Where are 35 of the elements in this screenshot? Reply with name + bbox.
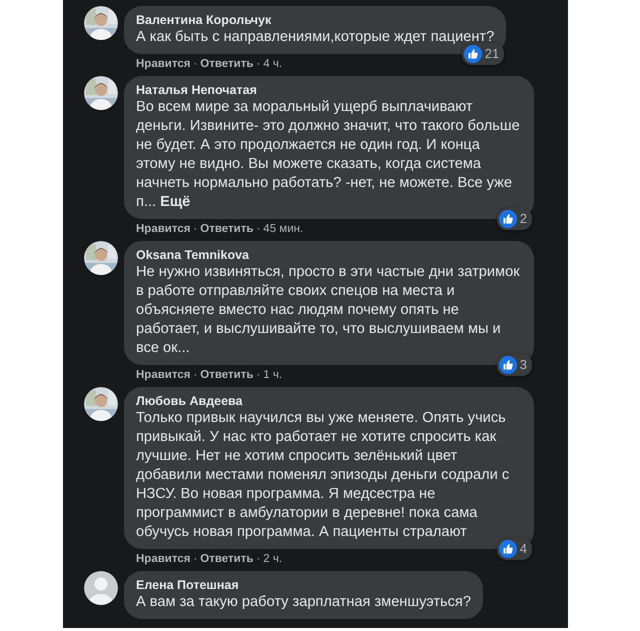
comment-time[interactable]: 45 мин.	[263, 222, 304, 236]
separator-dot: ·	[256, 222, 260, 236]
thumbs-up-icon	[498, 210, 517, 228]
comment-time[interactable]: 2 ч.	[263, 552, 282, 566]
separator-dot: ·	[193, 57, 198, 71]
author-name[interactable]: Наталья Непочатая	[136, 82, 522, 98]
like-link[interactable]: Нравится	[136, 57, 190, 71]
like-link[interactable]: Нравится	[136, 222, 190, 236]
separator-dot: ·	[256, 57, 260, 71]
comment-time[interactable]: 4 ч.	[263, 57, 282, 71]
comment-text: А вам за такую работу зарплатная зменшуэться?	[136, 593, 471, 612]
reply-link[interactable]: Ответить	[200, 222, 254, 236]
author-name[interactable]: Любовь Авдеева	[136, 393, 522, 409]
separator-dot: ·	[193, 222, 198, 236]
author-name[interactable]: Валентина Корольчук	[136, 12, 494, 28]
reaction-count[interactable]: 2	[496, 208, 532, 230]
thumbs-up-icon	[464, 45, 482, 63]
reply-link[interactable]: Ответить	[200, 552, 254, 566]
author-name[interactable]: Oksana Temnikova	[136, 247, 522, 263]
reply-link[interactable]: Ответить	[200, 57, 254, 71]
reply-link[interactable]: Ответить	[200, 368, 254, 382]
reaction-count[interactable]: 4	[496, 538, 532, 560]
separator-dot: ·	[256, 552, 260, 566]
comment-time[interactable]: 1 ч.	[263, 368, 282, 382]
thumbs-up-icon	[498, 356, 517, 374]
separator-dot: ·	[193, 368, 198, 382]
reaction-count[interactable]: 21	[462, 43, 504, 65]
separator-dot: ·	[193, 552, 198, 566]
like-link[interactable]: Нравится	[136, 552, 190, 566]
thumbs-up-icon	[498, 540, 517, 558]
avatar-icon	[84, 571, 118, 605]
reaction-count[interactable]: 3	[496, 354, 532, 376]
like-link[interactable]: Нравится	[136, 368, 190, 382]
separator-dot: ·	[256, 368, 260, 382]
author-name[interactable]: Елена Потешная	[136, 577, 471, 593]
